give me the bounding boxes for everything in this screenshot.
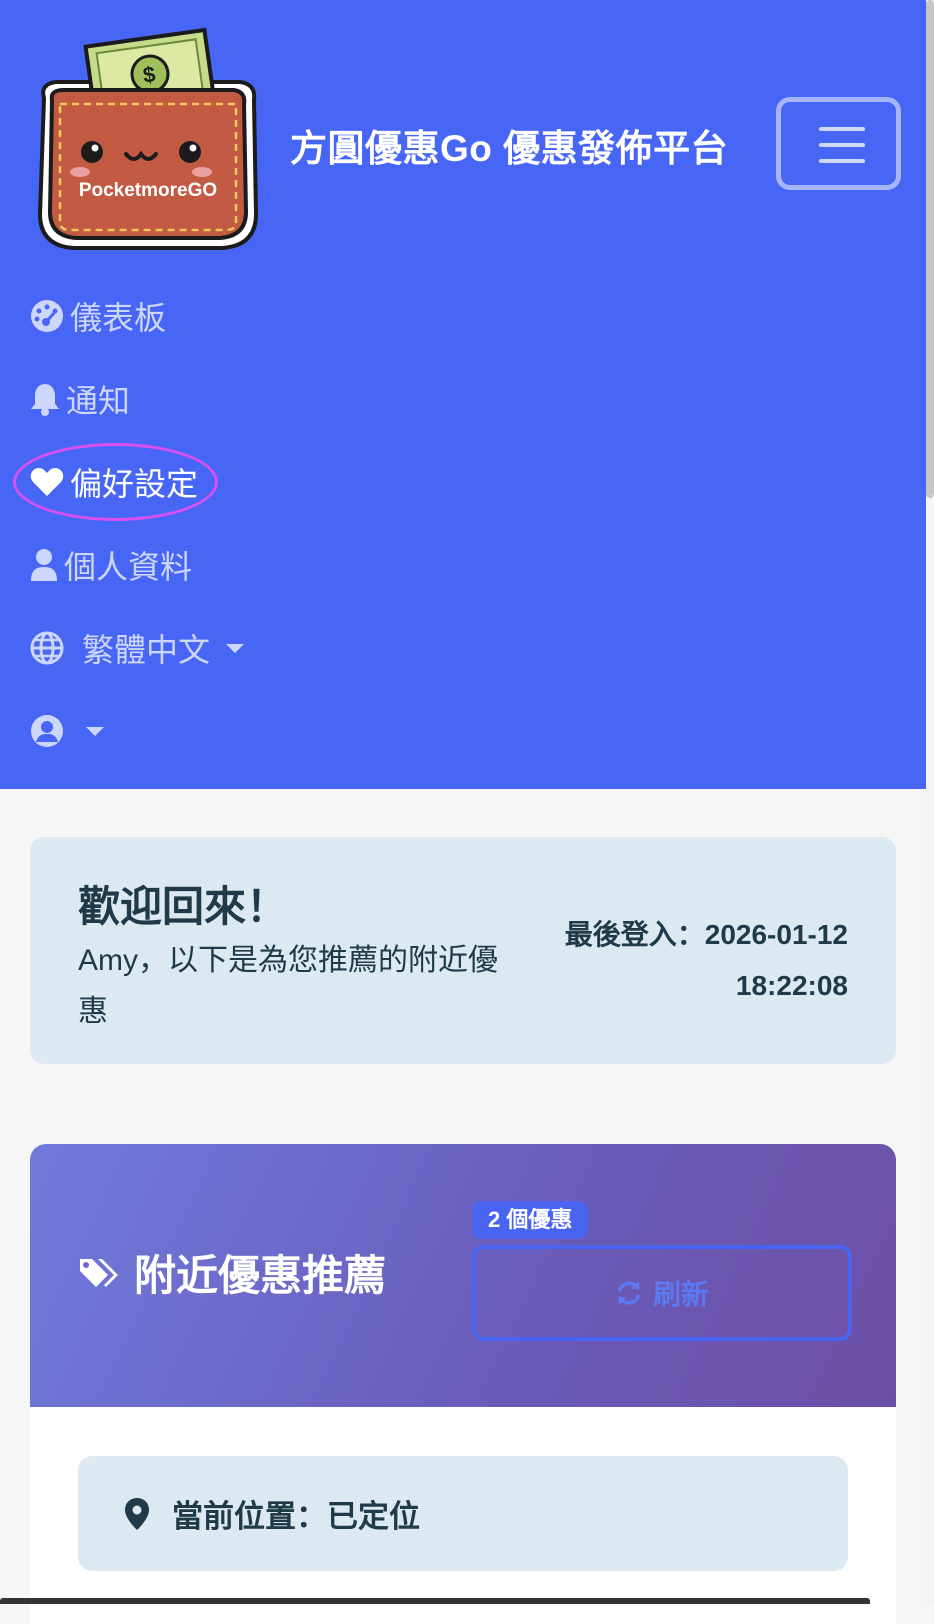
menu-toggle-button[interactable]	[776, 97, 901, 190]
nav-label-dashboard: 儀表板	[70, 300, 167, 336]
nearby-deals-card: 附近優惠推薦 2 個優惠 刷新 當前位置：已定位	[30, 1144, 896, 1624]
map-pin-icon	[125, 1497, 149, 1530]
user-icon	[31, 549, 57, 581]
window-bottom-edge	[0, 1598, 870, 1604]
deals-count-badge: 2 個優惠	[472, 1201, 589, 1239]
welcome-title: 歡迎回來！	[78, 883, 289, 930]
last-login-text: 最後登入：2026-01-12 18:22:08	[564, 919, 848, 1001]
chevron-down-icon	[226, 643, 245, 653]
chevron-down-icon	[86, 726, 104, 736]
highlight-annotation-ring	[13, 443, 218, 521]
logo-wordmark: PocketmoreGO	[79, 180, 217, 201]
refresh-icon	[618, 1281, 640, 1305]
nav-item-profile[interactable]: 個人資料	[30, 540, 192, 590]
language-label: 繁體中文	[82, 632, 211, 668]
welcome-subtitle: Amy，以下是為您推薦的附近優惠	[78, 944, 498, 1028]
brand-logo[interactable]: $ PocketmoreGO	[30, 24, 266, 254]
deals-title: 附近優惠推薦	[78, 1242, 386, 1303]
welcome-card: 歡迎回來！ Amy，以下是為您推薦的附近優惠 最後登入：2026-01-12 1…	[30, 837, 896, 1064]
location-text: 當前位置：已定位	[172, 1499, 420, 1534]
nav-item-notifications[interactable]: 通知	[30, 374, 130, 424]
tags-icon	[80, 1258, 118, 1287]
brand-title[interactable]: 方圓優惠Go 優惠發佈平台	[290, 118, 728, 172]
nav-label-notifications: 通知	[66, 383, 131, 419]
refresh-button[interactable]: 刷新	[472, 1245, 852, 1341]
nav-label-profile: 個人資料	[64, 549, 193, 585]
user-menu-dropdown[interactable]	[30, 706, 104, 756]
location-status: 當前位置：已定位	[78, 1456, 848, 1571]
deals-card-header: 附近優惠推薦 2 個優惠 刷新	[30, 1144, 896, 1407]
nav-item-dashboard[interactable]: 儀表板	[30, 291, 166, 341]
bell-icon	[31, 384, 59, 416]
user-circle-icon	[31, 715, 63, 747]
language-dropdown[interactable]: 繁體中文	[30, 623, 245, 673]
deals-title-text: 附近優惠推薦	[134, 1252, 387, 1299]
wallet-logo-icon: $ PocketmoreGO	[37, 27, 259, 250]
globe-icon	[30, 631, 64, 665]
top-navbar: $ PocketmoreGO 方圓優惠Go 優惠發佈平台 儀表板 通知 偏好設定…	[0, 0, 926, 789]
refresh-label: 刷新	[652, 1279, 709, 1310]
dashboard-icon	[31, 300, 63, 332]
hamburger-icon	[819, 127, 865, 131]
scrollbar-thumb[interactable]	[926, 0, 934, 498]
